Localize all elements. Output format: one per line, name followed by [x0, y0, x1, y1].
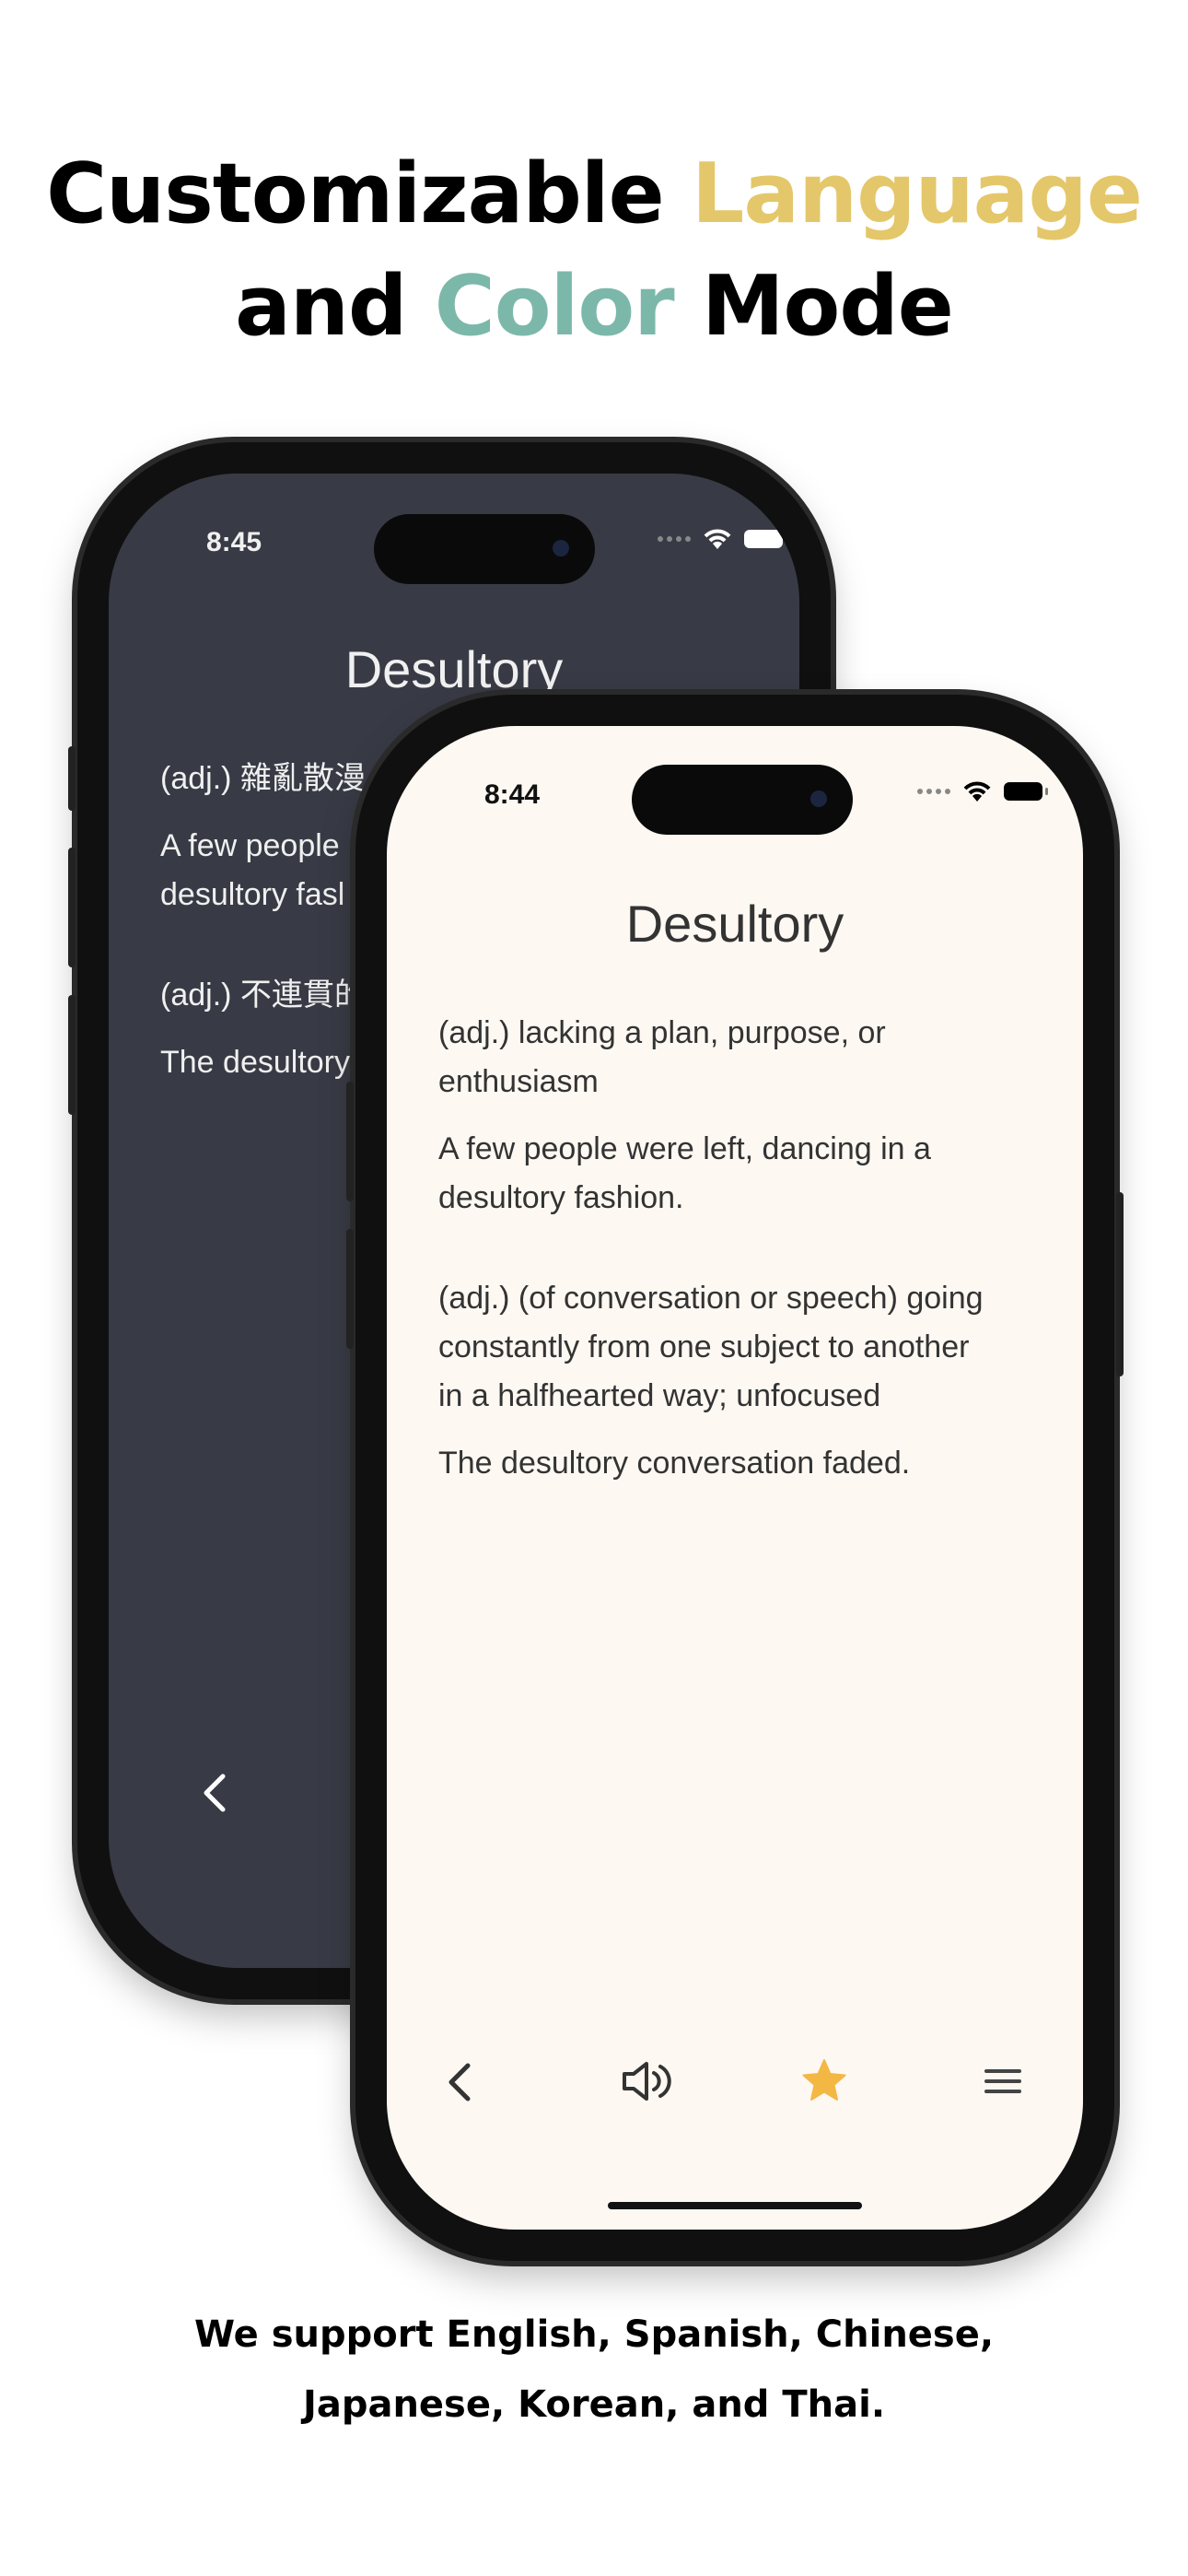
word-title: Desultory [344, 640, 564, 698]
headline-text: Mode [673, 258, 954, 355]
side-button [68, 848, 76, 967]
status-time: 8:45 [206, 527, 262, 557]
light-mode-phone: 8:44 Desultory (adj.) lacking a plan, pu… [346, 695, 1124, 2261]
example-text: desultory fashion. [438, 1180, 684, 1215]
headline-text: Customizable [46, 146, 693, 242]
headline-text: and [235, 258, 435, 355]
side-button [68, 995, 76, 1115]
definition-text: (adj.) lacking a plan, purpose, or [438, 1015, 886, 1050]
menu-icon [984, 2069, 1021, 2093]
headline: Customizable Language and Color Mode [0, 138, 1188, 363]
dynamic-island [374, 514, 595, 584]
headline-highlight-language: Language [692, 146, 1143, 242]
wifi-icon [704, 529, 731, 549]
home-indicator[interactable] [608, 2202, 862, 2209]
headline-line-2: and Color Mode [0, 251, 1188, 363]
example-text: The desultory conversation faded. [438, 1446, 911, 1481]
star-icon [802, 2059, 846, 2101]
light-screen: 8:44 Desultory (adj.) lacking a plan, pu… [387, 726, 1083, 2230]
battery-icon [744, 530, 788, 548]
footer-line: Japanese, Korean, and Thai. [302, 2383, 886, 2426]
favorite-button[interactable] [801, 2058, 847, 2107]
side-button [1116, 1192, 1124, 1376]
example-text: A few people were left, dancing in a [438, 1131, 931, 1166]
status-icons [658, 527, 788, 551]
status-icons [917, 779, 1048, 803]
speaker-icon [623, 2062, 671, 2101]
word-title: Desultory [625, 895, 844, 953]
footer-caption: We support English, Spanish, Chinese, Ja… [0, 2300, 1188, 2440]
definition-text: enthusiasm [438, 1064, 599, 1099]
headline-line-1: Customizable Language [0, 138, 1188, 251]
side-button [346, 1229, 354, 1349]
signal-icon [917, 789, 950, 794]
wifi-icon [963, 781, 991, 802]
side-button [68, 746, 76, 811]
definition-text: (adj.) (of conversation or speech) going [438, 1281, 984, 1316]
dynamic-island [632, 765, 853, 835]
menu-button[interactable] [984, 2067, 1022, 2100]
speaker-button[interactable] [621, 2060, 676, 2107]
status-time: 8:44 [484, 779, 541, 810]
signal-icon [658, 536, 691, 542]
side-button [346, 1082, 354, 1201]
definition-text: in a halfhearted way; unfocused [438, 1378, 881, 1413]
back-button[interactable] [446, 2062, 473, 2107]
definition-text: constantly from one subject to another [438, 1329, 970, 1364]
back-icon [448, 2063, 471, 2102]
definition-block: (adj.) lacking a plan, purpose, or enthu… [438, 1009, 1083, 1488]
back-button[interactable] [201, 1773, 228, 1818]
headline-highlight-color: Color [434, 258, 675, 355]
footer-line: We support English, Spanish, Chinese, [193, 2313, 995, 2356]
back-icon [204, 1774, 226, 1812]
battery-icon [1004, 782, 1048, 801]
